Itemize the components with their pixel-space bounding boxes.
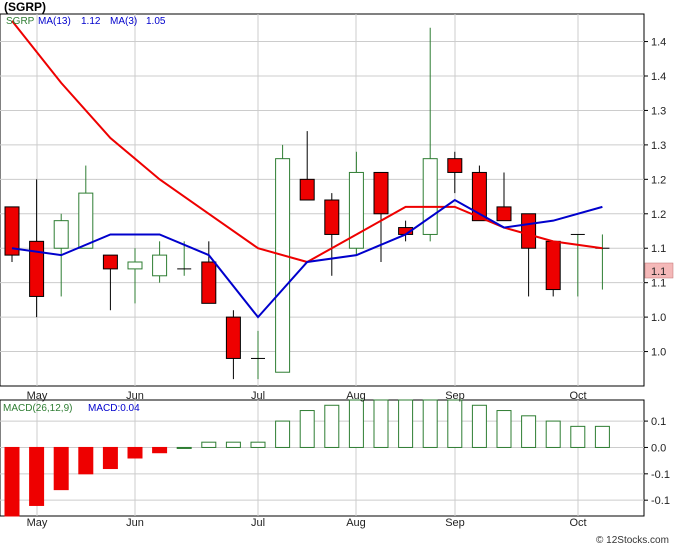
price-y-tick-label: 1.0 (651, 312, 666, 324)
candle-body (545, 240, 561, 291)
legend-ma3-value: 1.05 (146, 16, 166, 27)
price-x-tick-label: Sep (445, 390, 465, 402)
macd-x-tick-label: Aug (346, 517, 366, 529)
price-y-tick-label: 1.3 (651, 105, 666, 117)
macd-bar (447, 399, 463, 448)
price-x-tick-label: Aug (346, 390, 366, 402)
watermark: © 12Stocks.com (596, 535, 669, 546)
macd-panel-frame (0, 399, 645, 517)
macd-bar (275, 420, 291, 448)
candle-body (127, 261, 143, 270)
macd-bar (152, 446, 168, 454)
candle-body (102, 254, 118, 270)
candle-body (78, 192, 94, 249)
candle-body (29, 240, 45, 297)
legend-symbol: SGRP (6, 16, 35, 27)
candle-body (275, 158, 291, 373)
candle-body (422, 158, 438, 235)
candle-body (447, 158, 463, 173)
macd-bar (4, 446, 20, 517)
macd-value-label: MACD:0.04 (88, 403, 140, 414)
macd-x-tick-label: Oct (569, 517, 586, 529)
candle-body (152, 254, 168, 277)
macd-bar (373, 399, 389, 448)
macd-label: MACD(26,12,9) (3, 403, 72, 414)
candle-body (225, 316, 241, 359)
macd-y-tick-label: -0.1 (651, 469, 670, 481)
macd-bar (324, 404, 340, 448)
legend-ma13-value: 1.12 (81, 16, 101, 27)
macd-bar (78, 446, 94, 475)
last-price-badge-label: 1.1 (651, 266, 666, 278)
candle-body (4, 206, 20, 256)
macd-x-tick-label: Jul (251, 517, 265, 529)
macd-bar (127, 446, 143, 459)
candle-body (201, 261, 217, 304)
macd-bar (496, 410, 512, 448)
price-x-tick-label: May (27, 390, 48, 402)
price-x-tick-label: Jun (126, 390, 144, 402)
candle-body (53, 220, 69, 249)
price-y-tick-label: 1.3 (651, 140, 666, 152)
price-y-tick-label: 1.0 (651, 347, 666, 359)
candle-body (299, 178, 315, 201)
candle-body (496, 206, 512, 222)
macd-bar (521, 415, 537, 448)
macd-bar (250, 441, 266, 448)
macd-bar (471, 404, 487, 448)
macd-bar (53, 446, 69, 491)
macd-bar (299, 410, 315, 448)
price-y-tick-label: 1.1 (651, 243, 666, 255)
candle-body (521, 213, 537, 249)
macd-bar (225, 441, 241, 448)
macd-bar (594, 425, 610, 448)
price-x-tick-label: Oct (569, 390, 586, 402)
macd-x-tick-label: May (27, 517, 48, 529)
macd-bar (570, 425, 586, 448)
chart-title: (SGRP) (4, 0, 46, 14)
macd-y-tick-label: 0.0 (651, 442, 666, 454)
price-x-tick-label: Jul (251, 390, 265, 402)
stock-chart: 1.01.01.11.11.21.21.31.31.41.4 0.10.0-0.… (0, 0, 674, 546)
macd-y-tick-label: 0.1 (651, 416, 666, 428)
legend-ma3-label: MA(3) (110, 16, 137, 27)
macd-bar (29, 446, 45, 506)
macd-bar (176, 446, 192, 449)
macd-x-tick-label: Sep (445, 517, 465, 529)
candle-body (373, 171, 389, 215)
macd-y-axis: 0.1 0.0 -0.1 -0.1 (644, 416, 670, 507)
macd-bar (201, 441, 217, 448)
price-y-tick-label: 1.1 (651, 278, 666, 290)
macd-bar (102, 446, 118, 470)
price-panel-frame (0, 13, 645, 387)
price-y-axis: 1.01.01.11.11.21.21.31.31.41.4 (644, 37, 666, 359)
macd-bar (422, 399, 438, 448)
macd-y-tick-label: -0.1 (651, 495, 670, 507)
macd-x-tick-label: Jun (126, 517, 144, 529)
legend-ma13-label: MA(13) (38, 16, 71, 27)
macd-x-axis: May Jun Jul Aug Sep Oct (27, 517, 587, 529)
price-y-tick-label: 1.2 (651, 209, 666, 221)
price-y-tick-label: 1.4 (651, 71, 666, 83)
macd-bar (545, 420, 561, 448)
macd-bar (348, 399, 364, 448)
price-y-tick-label: 1.2 (651, 174, 666, 186)
macd-bar (398, 399, 414, 448)
price-y-tick-label: 1.4 (651, 37, 666, 49)
candle-body (324, 199, 340, 235)
